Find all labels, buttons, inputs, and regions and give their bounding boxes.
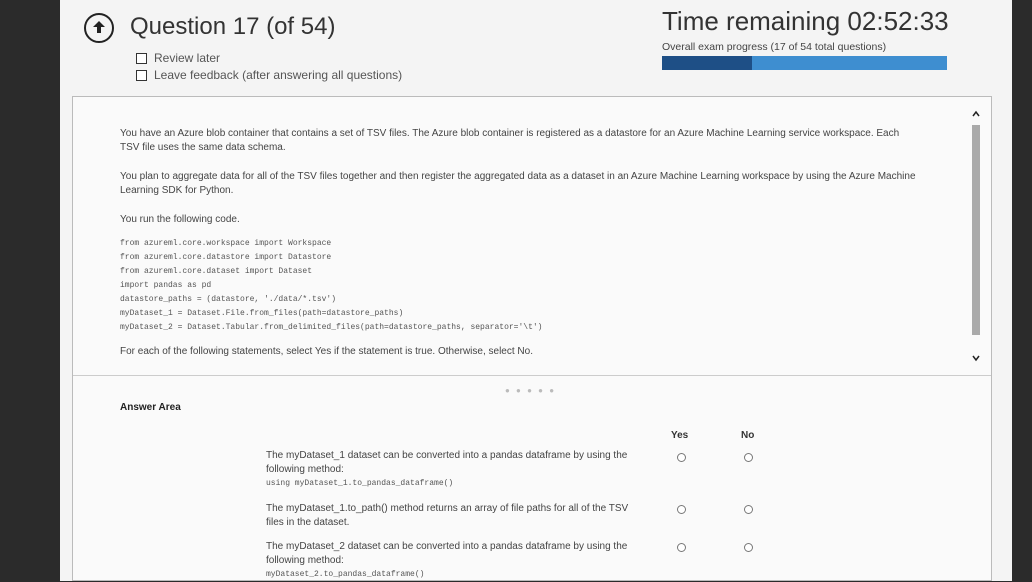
statement-2-text: The myDataset_1.to_path() method returns… xyxy=(266,503,629,528)
back-arrow-icon[interactable] xyxy=(84,13,114,43)
leave-feedback-checkbox[interactable] xyxy=(136,69,147,81)
progress-fill xyxy=(662,56,752,70)
review-later-label: Review later xyxy=(154,51,221,65)
code-block: from azureml.core.workspace import Works… xyxy=(120,237,920,335)
chevron-up-icon[interactable] xyxy=(971,109,981,119)
exam-screen: Question 17 (of 54) Review later Leave f… xyxy=(60,0,1012,581)
statement-1-yes-radio[interactable] xyxy=(677,453,686,462)
statement-2-yes-radio[interactable] xyxy=(677,505,686,514)
statement-3-code: myDataset_2.to_pandas_dataframe() xyxy=(266,570,425,579)
code-line: from azureml.core.dataset import Dataset xyxy=(120,267,313,276)
question-paragraph-1: You have an Azure blob container that co… xyxy=(120,128,900,153)
leave-feedback-label: Leave feedback (after answering all ques… xyxy=(154,68,403,82)
statement-2-no-radio[interactable] xyxy=(744,505,753,514)
question-title: Question 17 (of 54) xyxy=(130,13,336,40)
code-line: myDataset_1 = Dataset.File.from_files(pa… xyxy=(120,309,404,318)
code-line: from azureml.core.datastore import Datas… xyxy=(120,253,332,262)
statement-1-no-radio[interactable] xyxy=(744,453,753,462)
column-yes: Yes xyxy=(671,430,689,441)
answer-area-title: Answer Area xyxy=(120,402,181,413)
question-panel: You have an Azure blob container that co… xyxy=(72,96,992,581)
statement-3-no-radio[interactable] xyxy=(744,543,753,552)
scrollbar[interactable] xyxy=(971,109,981,364)
time-remaining: Time remaining 02:52:33 xyxy=(662,6,949,36)
review-later-checkbox[interactable] xyxy=(136,52,147,64)
resize-handle-icon[interactable]: ● ● ● ● ● xyxy=(505,386,556,395)
review-later-option[interactable]: Review later xyxy=(136,51,220,65)
question-content: You have an Azure blob container that co… xyxy=(120,127,920,374)
scroll-thumb[interactable] xyxy=(972,125,980,335)
progress-bar xyxy=(662,56,947,70)
question-paragraph-2: You plan to aggregate data for all of th… xyxy=(120,171,916,196)
statement-3: The myDataset_2 dataset can be converted… xyxy=(266,540,646,582)
code-line: from azureml.core.workspace import Works… xyxy=(120,239,332,248)
leave-feedback-option[interactable]: Leave feedback (after answering all ques… xyxy=(136,68,402,82)
chevron-down-icon[interactable] xyxy=(971,353,981,363)
statement-1: The myDataset_1 dataset can be converted… xyxy=(266,449,646,491)
statement-2: The myDataset_1.to_path() method returns… xyxy=(266,502,646,530)
progress-text: Overall exam progress (17 of 54 total qu… xyxy=(662,41,887,53)
column-no: No xyxy=(741,430,755,441)
panel-divider xyxy=(73,375,991,376)
statement-3-yes-radio[interactable] xyxy=(677,543,686,552)
statement-1-text: The myDataset_1 dataset can be converted… xyxy=(266,450,628,475)
code-line: datastore_paths = (datastore, './data/*.… xyxy=(120,295,337,304)
code-line: import pandas as pd xyxy=(120,281,212,290)
statement-1-code: using myDataset_1.to_pandas_dataframe() xyxy=(266,479,454,488)
code-line: myDataset_2 = Dataset.Tabular.from_delim… xyxy=(120,323,543,332)
statement-3-text: The myDataset_2 dataset can be converted… xyxy=(266,541,628,566)
exam-header: Question 17 (of 54) Review later Leave f… xyxy=(60,0,1012,100)
instruction-text: For each of the following statements, se… xyxy=(120,346,533,357)
question-paragraph-3: You run the following code. xyxy=(120,214,240,225)
